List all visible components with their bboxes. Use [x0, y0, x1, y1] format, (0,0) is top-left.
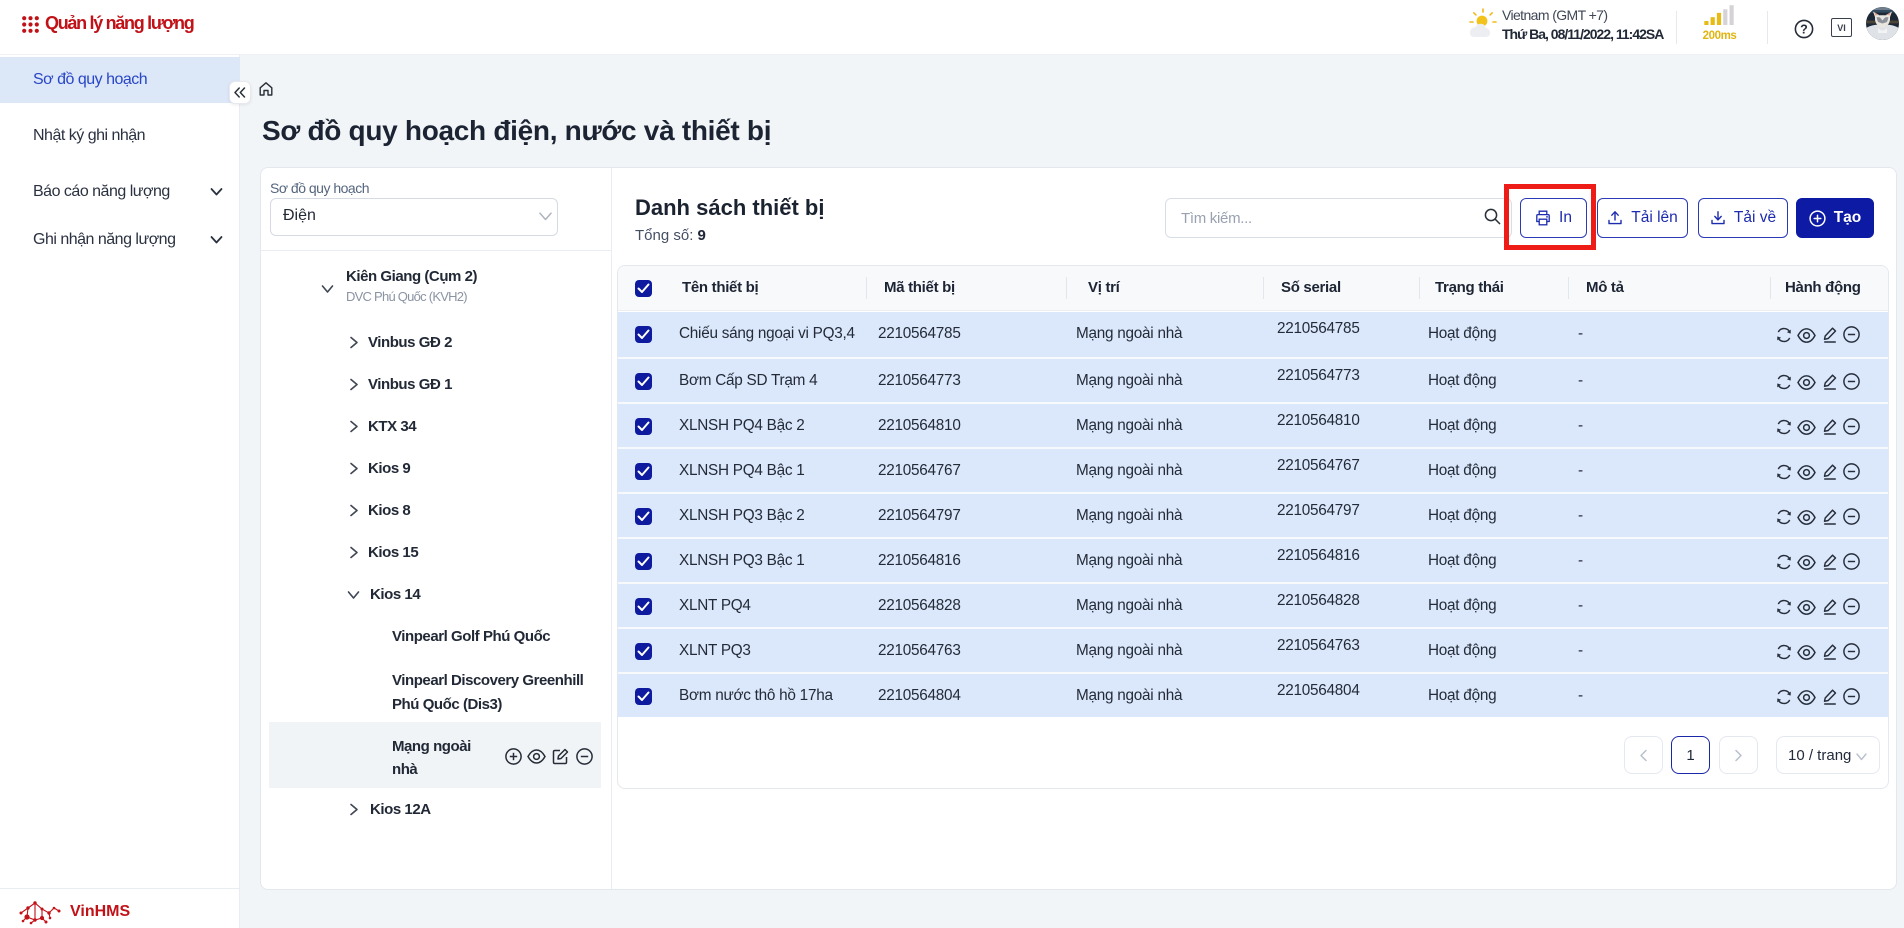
svg-text:?: ?: [1800, 22, 1808, 36]
